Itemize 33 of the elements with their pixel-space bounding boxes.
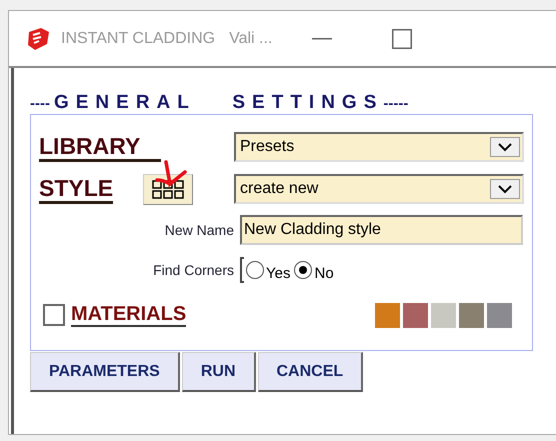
materials-checkbox[interactable] — [43, 304, 65, 326]
heading-dashes: ----- — [383, 95, 408, 112]
heading-dashes: ---- — [30, 95, 50, 112]
grid-icon — [151, 178, 186, 200]
window-title: INSTANT CLADDING — [61, 30, 216, 48]
chevron-down-icon — [490, 137, 520, 157]
materials-link[interactable]: MATERIALS — [71, 303, 186, 327]
maximize-icon[interactable] — [392, 28, 412, 48]
style-dropdown[interactable]: create new — [234, 174, 524, 204]
library-dropdown[interactable]: Presets — [234, 132, 524, 162]
material-swatch[interactable] — [431, 302, 456, 328]
grid-button[interactable] — [143, 174, 194, 204]
material-swatch[interactable] — [403, 302, 428, 328]
name-input-field[interactable]: New Cladding style — [240, 215, 523, 245]
radio-label[interactable]: Yes — [266, 264, 290, 282]
style-label: STYLE — [39, 174, 114, 204]
chevron-down-icon — [490, 179, 520, 199]
action-button[interactable]: PARAMETERS — [30, 352, 180, 392]
find-corners-label: Find Corners — [152, 262, 235, 278]
radio-button[interactable] — [294, 261, 312, 279]
window-subtitle: Vali ... — [229, 30, 272, 48]
app-logo-icon — [25, 26, 51, 52]
radio-button[interactable] — [246, 261, 264, 279]
material-swatch[interactable] — [487, 302, 512, 328]
action-button[interactable]: CANCEL — [258, 352, 364, 392]
material-swatch[interactable] — [375, 302, 400, 328]
radio-label[interactable]: No — [314, 264, 334, 282]
minimize-icon[interactable] — [312, 38, 332, 40]
library-label: LIBRARY — [39, 132, 161, 162]
material-swatch[interactable] — [459, 302, 484, 328]
new-name-label: New Name — [164, 222, 235, 238]
action-button[interactable]: RUN — [182, 352, 256, 392]
section-heading: GENERAL SETTINGS — [54, 92, 384, 114]
